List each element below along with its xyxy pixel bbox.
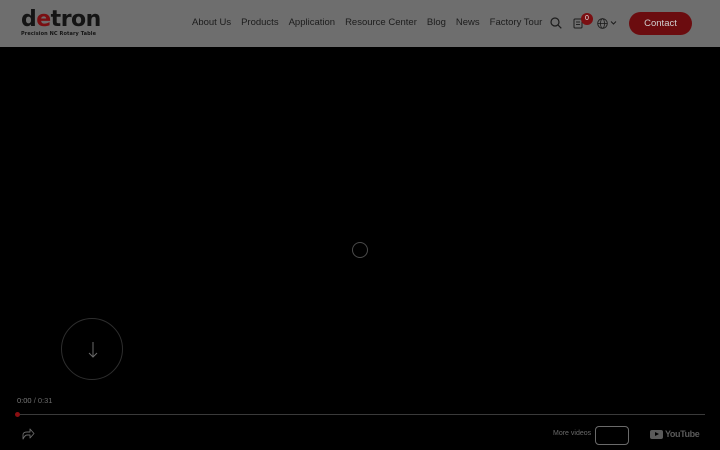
scroll-down-button[interactable] <box>61 318 123 380</box>
logo-wordmark: detron <box>21 7 102 32</box>
arrow-down-icon <box>88 342 98 358</box>
video-duration: 0:31 <box>37 396 53 405</box>
more-videos-label[interactable]: More videos <box>553 430 591 437</box>
nav-item-resource-center[interactable]: Resource Center <box>340 16 422 30</box>
progress-bar[interactable] <box>17 414 705 415</box>
logo-accent: e <box>36 7 51 32</box>
more-videos-button[interactable] <box>595 426 629 445</box>
logo-rest: tron <box>50 7 102 32</box>
youtube-logo[interactable]: YouTube <box>650 429 700 439</box>
nav-item-about-us[interactable]: About Us <box>187 16 236 30</box>
page: detron Precision NC Rotary Table About U… <box>0 0 720 450</box>
chevron-down-icon[interactable] <box>610 20 617 26</box>
cart-count-badge: 0 <box>581 13 593 25</box>
nav-item-factory-tour[interactable]: Factory Tour <box>485 16 548 30</box>
logo-prefix: d <box>21 7 37 32</box>
brand-logo[interactable]: detron Precision NC Rotary Table <box>21 7 102 38</box>
youtube-wordmark: YouTube <box>665 429 700 439</box>
progress-scrubber[interactable] <box>15 412 20 417</box>
youtube-play-icon <box>650 429 663 439</box>
logo-tagline: Precision NC Rotary Table <box>21 31 97 37</box>
share-icon[interactable] <box>22 428 35 440</box>
globe-icon[interactable] <box>597 18 608 29</box>
search-icon[interactable] <box>550 17 562 29</box>
nav-item-news[interactable]: News <box>451 16 485 30</box>
nav-item-products[interactable]: Products <box>236 16 284 30</box>
current-time: 0:00 <box>17 396 32 405</box>
main-nav: About Us Products Application Resource C… <box>187 16 547 30</box>
video-time: 0:00 / 0:31 <box>17 396 52 405</box>
site-header: detron Precision NC Rotary Table About U… <box>0 0 720 47</box>
nav-item-blog[interactable]: Blog <box>422 16 451 30</box>
nav-item-application[interactable]: Application <box>284 16 340 30</box>
loading-spinner-icon <box>352 242 368 258</box>
contact-button[interactable]: Contact <box>629 12 692 35</box>
